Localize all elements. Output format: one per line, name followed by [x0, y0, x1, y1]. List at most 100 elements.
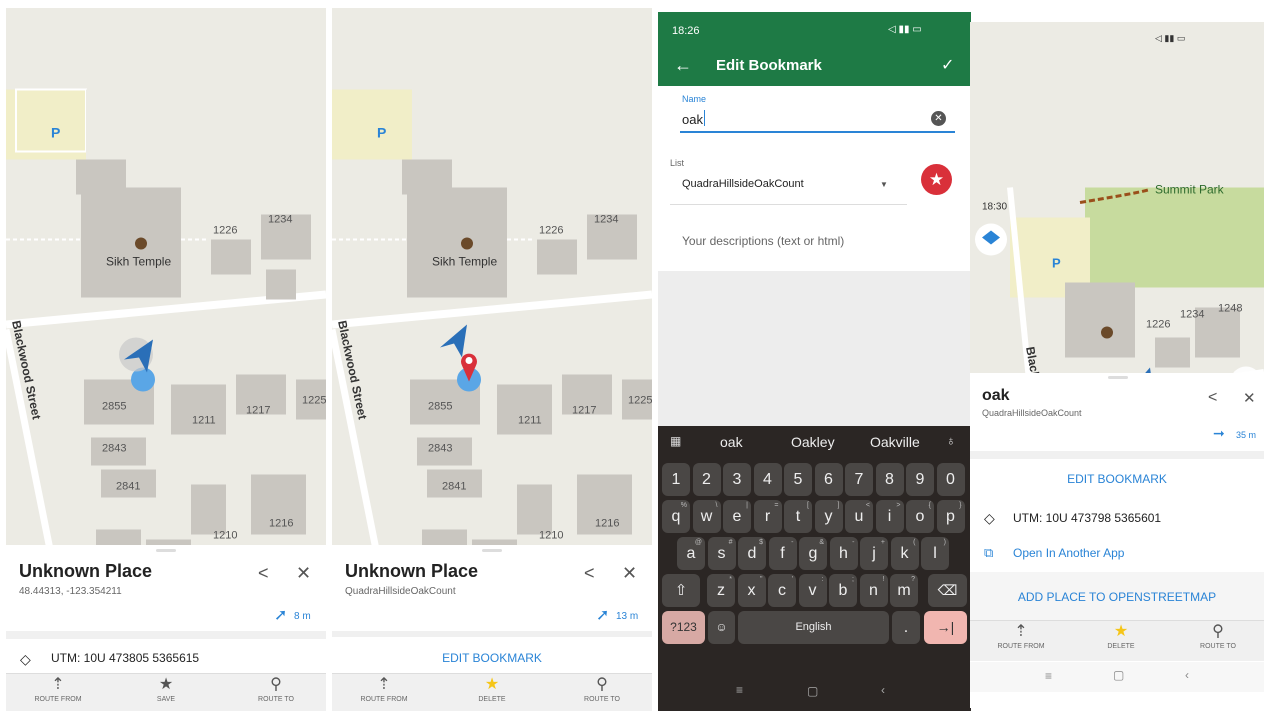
period-key[interactable]: .: [892, 611, 920, 644]
open-in-another-app-link[interactable]: Open In Another App: [1013, 546, 1124, 560]
letter-key[interactable]: f-: [768, 537, 797, 570]
letter-key[interactable]: g &: [799, 537, 827, 570]
add-place-osm-button[interactable]: ADD PLACE TO OPENSTREETMAP: [970, 590, 1264, 604]
enter-key[interactable]: →|: [924, 611, 967, 644]
emoji-key[interactable]: ☺: [708, 611, 735, 644]
letter-key[interactable]: p}: [936, 500, 965, 533]
edit-bookmark-button[interactable]: EDIT BOOKMARK: [332, 651, 652, 665]
letter-key[interactable]: i >: [875, 500, 904, 533]
number-key[interactable]: 4: [753, 463, 782, 496]
delete-button[interactable]: ★ DELETE: [1081, 621, 1161, 659]
description-field[interactable]: Your descriptions (text or html): [682, 234, 844, 248]
route-to-label: ROUTE TO: [258, 696, 294, 703]
back-nav-icon[interactable]: ‹: [1185, 668, 1189, 682]
menu-nav-icon[interactable]: ≡: [736, 683, 743, 697]
key-label: 5: [793, 471, 803, 488]
number-key[interactable]: 1: [662, 463, 690, 496]
share-icon[interactable]: <: [1208, 389, 1217, 407]
route-from-button[interactable]: ⇡ ROUTE FROM: [18, 674, 98, 711]
list-underline: [670, 204, 907, 205]
clear-icon[interactable]: ✕: [931, 111, 946, 126]
key-label: q: [671, 508, 681, 525]
number-key[interactable]: 3: [723, 463, 751, 496]
house-number: 1234: [1180, 309, 1204, 321]
letter-key[interactable]: l): [921, 537, 949, 570]
letter-key[interactable]: m?: [890, 574, 918, 607]
letter-key[interactable]: u <: [845, 500, 873, 533]
letter-key[interactable]: x ": [737, 574, 766, 607]
key-secondary-label: ]: [837, 502, 840, 509]
letter-key[interactable]: s #: [707, 537, 736, 570]
letter-key[interactable]: o{: [906, 500, 934, 533]
symbols-key[interactable]: ?123: [662, 611, 705, 644]
utm-coordinates[interactable]: UTM: 10U 473805 5365615: [51, 651, 199, 665]
letter-key[interactable]: r =: [753, 500, 782, 533]
number-key[interactable]: 6: [814, 463, 843, 496]
space-key[interactable]: English: [738, 611, 889, 644]
keyboard-grid-icon[interactable]: ▦: [670, 434, 681, 448]
parking-label: P: [377, 125, 386, 141]
route-from-button[interactable]: ⇡ ROUTE FROM: [981, 621, 1061, 659]
letter-key[interactable]: b;: [829, 574, 857, 607]
key-label: o: [915, 508, 925, 525]
name-field[interactable]: oak: [682, 112, 703, 127]
key-secondary-label: ;: [852, 576, 854, 583]
route-from-icon: ⇡: [1014, 623, 1028, 640]
route-to-button[interactable]: ⚲ ROUTE TO: [562, 674, 642, 711]
number-key[interactable]: 9: [906, 463, 934, 496]
microphone-icon[interactable]: ♁: [946, 433, 956, 448]
edit-bookmark-button[interactable]: EDIT BOOKMARK: [970, 472, 1264, 486]
letter-key[interactable]: y]: [814, 500, 843, 533]
number-key[interactable]: 0: [936, 463, 965, 496]
suggestion-3[interactable]: Oakville: [870, 434, 920, 450]
shift-key[interactable]: ⇧: [662, 574, 700, 607]
route-to-button[interactable]: ⚲ ROUTE TO: [236, 674, 316, 711]
delete-button[interactable]: ★ DELETE: [452, 674, 532, 711]
letter-key[interactable]: k(: [890, 537, 919, 570]
home-nav-icon[interactable]: ▢: [807, 684, 818, 698]
letter-key[interactable]: w \: [692, 500, 721, 533]
letter-key[interactable]: t[: [784, 500, 812, 533]
number-key[interactable]: 2: [692, 463, 721, 496]
suggestion-1[interactable]: oak: [720, 434, 743, 450]
letter-key[interactable]: n!: [859, 574, 888, 607]
home-nav-icon[interactable]: ▢: [1113, 668, 1124, 682]
chevron-down-icon[interactable]: ▼: [880, 180, 888, 189]
list-select[interactable]: QuadraHillsideOakCount: [682, 178, 804, 190]
number-key[interactable]: 5: [784, 463, 812, 496]
close-icon[interactable]: ✕: [296, 563, 311, 584]
favorite-star-button[interactable]: ★: [921, 164, 952, 195]
letter-key[interactable]: d $: [738, 537, 766, 570]
route-from-button[interactable]: ⇡ ROUTE FROM: [344, 674, 424, 711]
confirm-check-icon[interactable]: ✓: [941, 55, 954, 75]
route-to-button[interactable]: ⚲ ROUTE TO: [1178, 621, 1258, 659]
number-key[interactable]: 7: [845, 463, 873, 496]
close-icon[interactable]: ✕: [622, 563, 637, 584]
suggestion-2[interactable]: Oakley: [791, 434, 835, 450]
key-label: m: [897, 582, 911, 599]
letter-key[interactable]: a @: [677, 537, 705, 570]
letter-key[interactable]: e |: [723, 500, 751, 533]
letter-key[interactable]: v:: [798, 574, 827, 607]
share-icon[interactable]: <: [584, 563, 595, 584]
letter-key[interactable]: z *: [707, 574, 735, 607]
letter-key[interactable]: h-: [829, 537, 858, 570]
back-arrow-icon[interactable]: ←: [674, 55, 692, 76]
key-label: k: [900, 545, 909, 562]
number-key[interactable]: 8: [875, 463, 904, 496]
menu-nav-icon[interactable]: ≡: [1045, 669, 1052, 683]
letter-key[interactable]: j +: [860, 537, 888, 570]
close-icon[interactable]: ✕: [1243, 389, 1256, 407]
letter-key[interactable]: c ': [768, 574, 796, 607]
back-nav-icon[interactable]: ‹: [881, 683, 885, 697]
save-button[interactable]: ★ SAVE: [126, 674, 206, 711]
house-number: 2843: [428, 443, 452, 455]
status-time: 18:30: [982, 202, 1007, 213]
utm-coordinates[interactable]: UTM: 10U 473798 5365601: [1013, 511, 1161, 525]
key-label: e: [732, 508, 742, 525]
route-to-icon: ⚲: [270, 676, 282, 693]
place-title: Unknown Place: [345, 561, 479, 581]
backspace-key[interactable]: ⌫: [928, 574, 967, 607]
share-icon[interactable]: <: [258, 563, 269, 584]
letter-key[interactable]: q%: [662, 500, 690, 533]
